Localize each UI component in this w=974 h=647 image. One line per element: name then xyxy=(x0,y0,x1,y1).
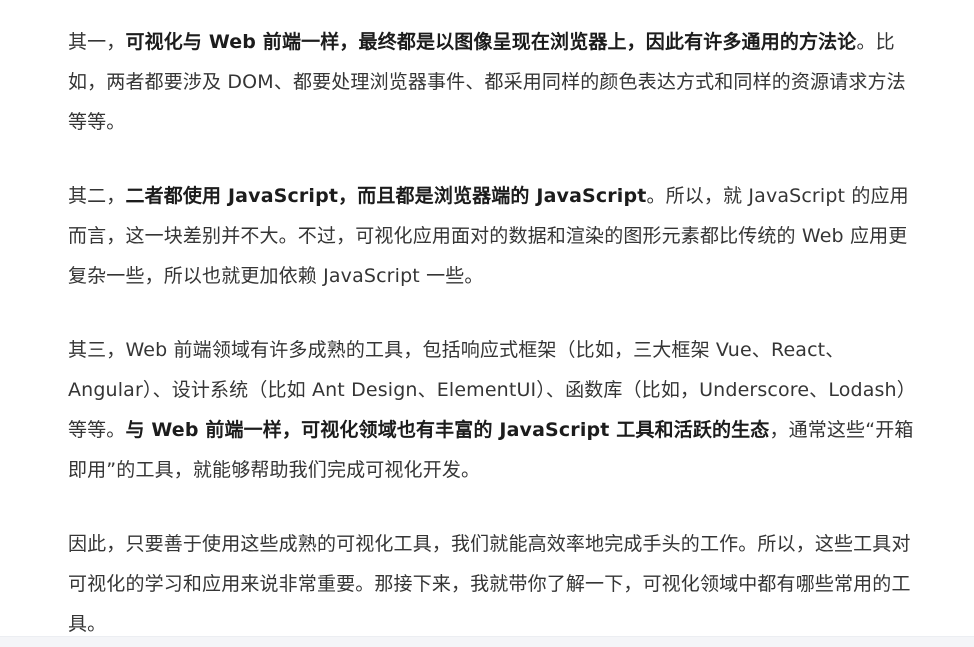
bold-text-segment: 与 Web 前端一样，可视化领域也有丰富的 JavaScript 工具和活跃的生… xyxy=(125,419,770,441)
text-segment: 其一， xyxy=(68,31,126,53)
paragraph-second: 其二，二者都使用 JavaScript，而且都是浏览器端的 JavaScript… xyxy=(68,176,918,296)
text-segment: 其二， xyxy=(68,185,126,207)
paragraph-third: 其三，Web 前端领域有许多成熟的工具，包括响应式框架（比如，三大框架 Vue、… xyxy=(68,330,918,490)
paragraph-first: 其一，可视化与 Web 前端一样，最终都是以图像呈现在浏览器上，因此有许多通用的… xyxy=(68,22,918,142)
text-segment: 因此，只要善于使用这些成熟的可视化工具，我们就能高效率地完成手头的工作。所以，这… xyxy=(68,533,911,635)
bold-text-segment: 可视化与 Web 前端一样，最终都是以图像呈现在浏览器上，因此有许多通用的方法论 xyxy=(125,31,857,53)
paragraph-conclusion: 因此，只要善于使用这些成熟的可视化工具，我们就能高效率地完成手头的工作。所以，这… xyxy=(68,524,918,644)
article-body: 其一，可视化与 Web 前端一样，最终都是以图像呈现在浏览器上，因此有许多通用的… xyxy=(68,22,918,647)
bottom-bar xyxy=(0,636,974,647)
bold-text-segment: 二者都使用 JavaScript，而且都是浏览器端的 JavaScript xyxy=(125,185,647,207)
